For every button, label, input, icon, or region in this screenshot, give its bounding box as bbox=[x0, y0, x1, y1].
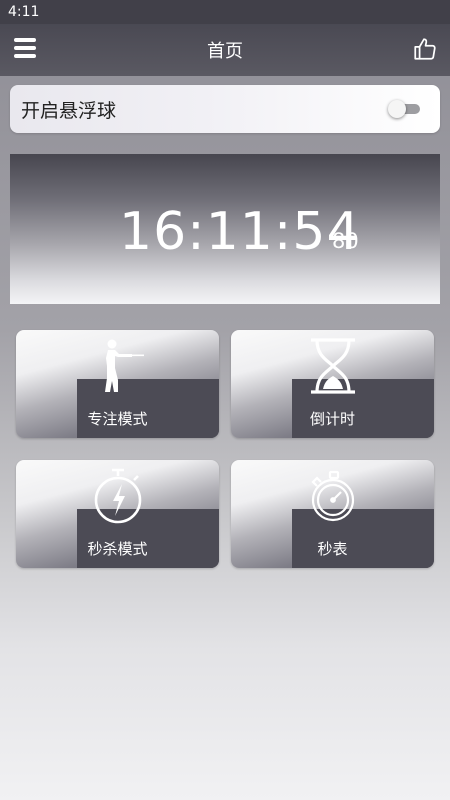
float-ball-setting: 开启悬浮球 bbox=[10, 85, 440, 133]
focus-mode-tile[interactable]: 专注模式 bbox=[16, 330, 219, 438]
stopwatch-tile[interactable]: 秒表 bbox=[231, 460, 434, 568]
flash-timer-icon bbox=[94, 468, 141, 524]
status-bar: 4:11 bbox=[0, 0, 450, 24]
flash-sale-mode-label: 秒杀模式 bbox=[87, 540, 148, 558]
clock-milliseconds: 80 bbox=[332, 229, 359, 253]
stopwatch-icon bbox=[310, 470, 354, 522]
float-ball-toggle[interactable] bbox=[388, 100, 420, 118]
like-button[interactable] bbox=[412, 36, 438, 62]
countdown-label: 倒计时 bbox=[309, 410, 355, 428]
menu-icon bbox=[14, 38, 36, 42]
thumbs-up-icon bbox=[414, 38, 436, 60]
clock-panel: 16:11:54 80 bbox=[10, 154, 440, 304]
float-ball-label: 开启悬浮球 bbox=[21, 99, 117, 122]
clock-time: 16:11:54 bbox=[119, 202, 361, 262]
shooter-icon bbox=[104, 339, 144, 392]
focus-mode-label: 专注模式 bbox=[87, 410, 148, 428]
flash-sale-mode-tile[interactable]: 秒杀模式 bbox=[16, 460, 219, 568]
stopwatch-label: 秒表 bbox=[317, 540, 348, 558]
app-bar: 首页 bbox=[0, 24, 450, 76]
countdown-tile[interactable]: 倒计时 bbox=[231, 330, 434, 438]
page-title: 首页 bbox=[207, 41, 243, 62]
menu-button[interactable] bbox=[14, 38, 36, 60]
hourglass-icon bbox=[310, 338, 355, 394]
status-time: 4:11 bbox=[8, 4, 40, 20]
